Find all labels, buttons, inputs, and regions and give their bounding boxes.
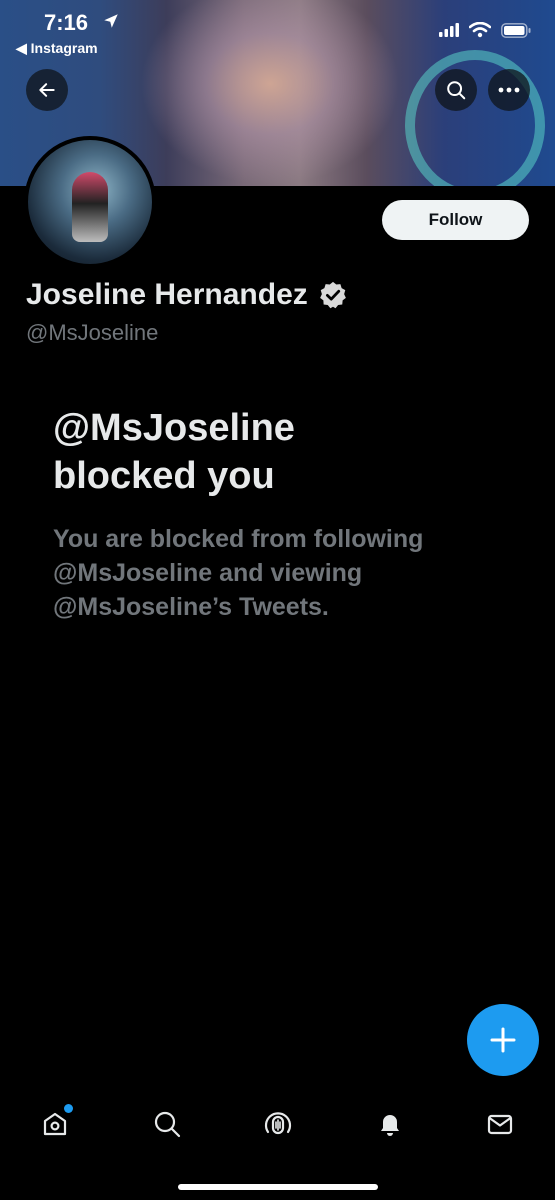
compose-tweet-button[interactable]	[467, 1004, 539, 1076]
profile-name-row: Joseline Hernandez	[26, 278, 348, 312]
blocked-desc-line3: @MsJoseline’s Tweets.	[53, 593, 329, 621]
location-arrow-icon	[104, 14, 118, 28]
arrow-left-icon	[39, 83, 55, 97]
home-icon	[43, 1112, 67, 1136]
more-horizontal-icon	[498, 87, 520, 93]
follow-button[interactable]: Follow	[382, 200, 529, 240]
blocked-title-line1: @MsJoseline	[53, 407, 295, 449]
status-bar: 7:16 ◀ Instagram	[0, 0, 555, 62]
status-indicators	[439, 22, 531, 38]
back-to-app-link[interactable]: ◀ Instagram	[16, 40, 98, 57]
avatar-figure	[72, 172, 108, 242]
plus-icon	[490, 1027, 516, 1053]
mail-icon	[487, 1114, 513, 1135]
blocked-desc-line2: @MsJoseline and viewing	[53, 559, 363, 587]
tab-notifications[interactable]	[370, 1104, 410, 1144]
search-icon	[447, 81, 466, 100]
profile-handle: @MsJoseline	[26, 320, 159, 345]
blocked-desc-line1: You are blocked from following	[53, 525, 424, 553]
spaces-icon	[264, 1112, 292, 1135]
profile-avatar[interactable]	[24, 136, 156, 268]
tab-home[interactable]	[35, 1104, 75, 1144]
search-icon	[154, 1111, 181, 1138]
cellular-signal-icon	[439, 23, 459, 37]
verified-badge-icon	[319, 281, 346, 309]
more-options-button[interactable]	[488, 69, 530, 111]
battery-icon	[501, 22, 531, 38]
status-time: 7:16	[44, 10, 89, 35]
tab-search[interactable]	[147, 1104, 187, 1144]
wifi-icon	[469, 22, 491, 38]
tab-messages[interactable]	[480, 1104, 520, 1144]
tab-spaces[interactable]	[258, 1104, 298, 1144]
blocked-title: @MsJoseline blocked you	[53, 404, 493, 500]
blocked-description: You are blocked from following @MsJoseli…	[53, 522, 493, 624]
banner-decoration	[405, 50, 545, 186]
notification-dot	[64, 1104, 73, 1113]
back-triangle-icon: ◀	[16, 40, 31, 56]
bell-icon	[381, 1115, 399, 1136]
back-button[interactable]	[26, 69, 68, 111]
search-button[interactable]	[435, 69, 477, 111]
profile-name: Joseline Hernandez	[26, 278, 308, 311]
blocked-title-line2: blocked you	[53, 455, 275, 497]
bottom-tab-bar	[0, 1094, 555, 1154]
home-indicator[interactable]	[178, 1184, 378, 1190]
back-app-label: Instagram	[30, 40, 98, 56]
